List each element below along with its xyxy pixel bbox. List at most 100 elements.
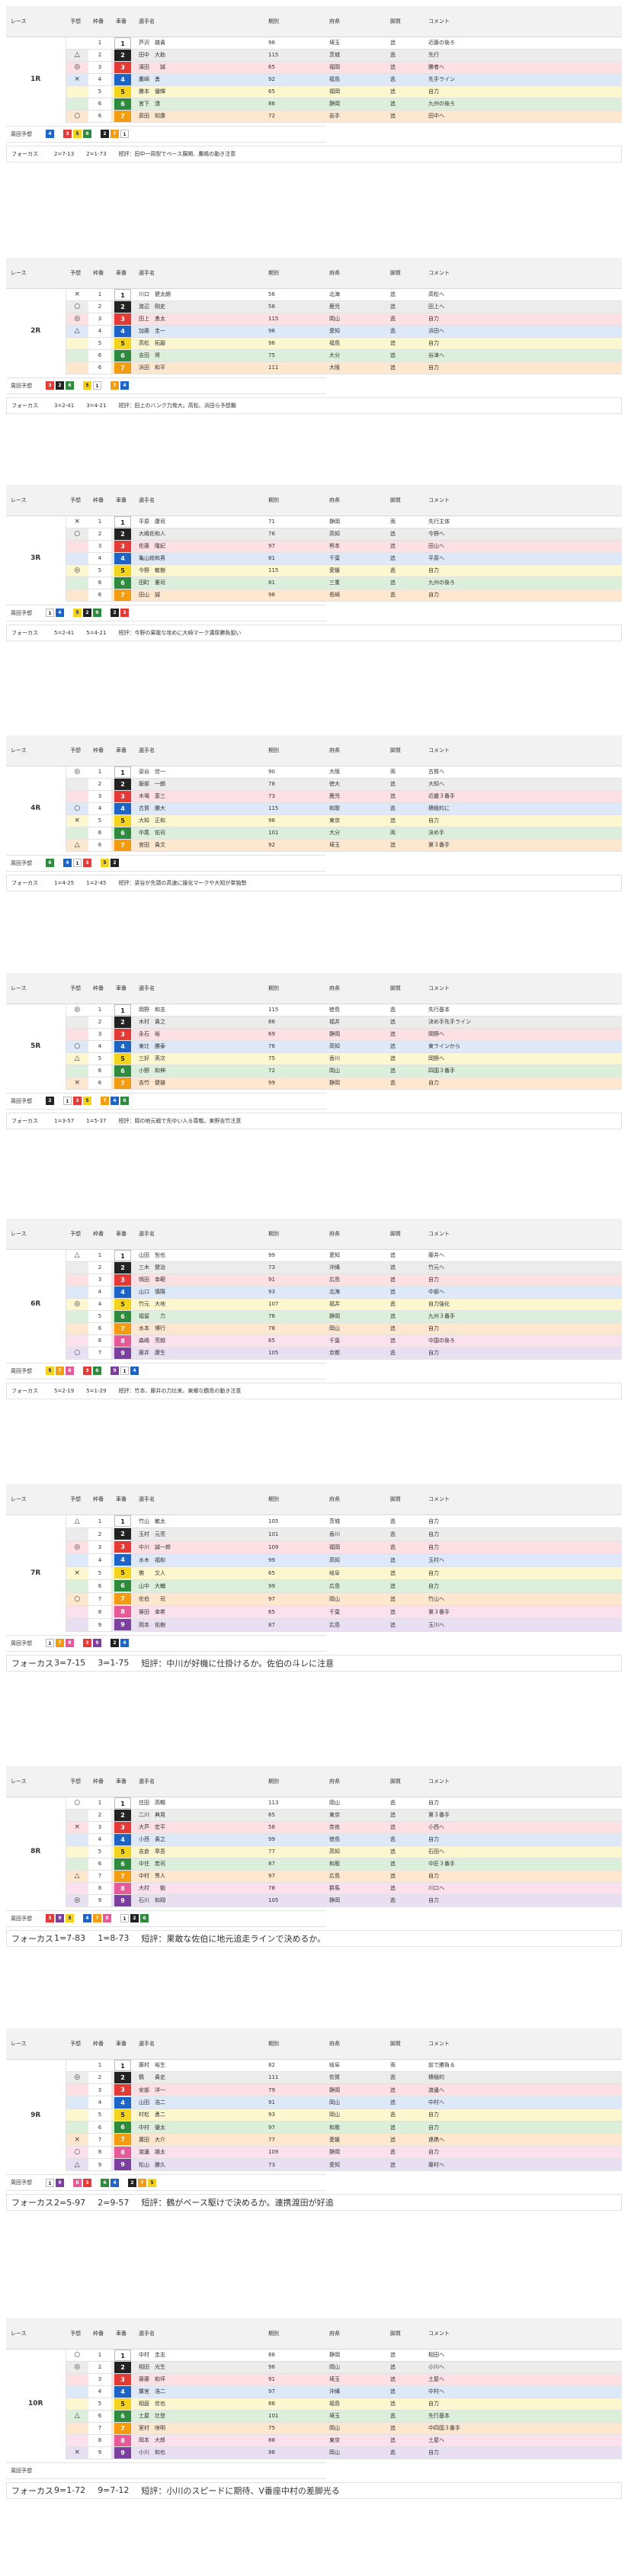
rider-name[interactable]: 藤村 裕生	[134, 2059, 264, 2072]
table-row[interactable]: 5R ◎ 1 1 岡野 和志 115 徳島逃先行基本	[6, 1004, 622, 1089]
rider-name[interactable]: 木場 恵三	[134, 790, 264, 803]
rider-name[interactable]: 中住 若司	[134, 1858, 264, 1871]
table-row[interactable]: × 3 3 大芦 宏平 58 奈良追小西へ	[6, 1821, 622, 1834]
table-row[interactable]: 5 5 勝本 優輝 65 福岡追自力	[6, 85, 622, 98]
rider-name[interactable]: 小西 貴之	[134, 1833, 264, 1846]
table-row[interactable]: ◎ 4 5 竹元 大地 107 福井逃自力強化	[6, 1298, 622, 1311]
rider-name[interactable]: 木村 貴之	[134, 1016, 264, 1029]
rider-name[interactable]: 宮下 湧	[134, 98, 264, 111]
rider-name[interactable]: 三木 健治	[134, 1261, 264, 1274]
table-row[interactable]: △ 6 7 宮田 貴文 92 埼玉追第３番手	[6, 839, 622, 852]
table-row[interactable]: 8R ○ 1 1 住田 高暢 113 岡山逃自力	[6, 1797, 622, 1906]
rider-name[interactable]: 服部 一朗	[134, 778, 264, 791]
table-row[interactable]: 2 2 三木 健治 73 沖縄追竹元へ	[6, 1261, 622, 1274]
table-row[interactable]: 9R 1 1 藤村 裕生 82 岐阜両前で勝負る	[6, 2059, 622, 2171]
table-row[interactable]: 6 7 水本 博行 78 岡山追自力	[6, 1322, 622, 1335]
rider-name[interactable]: 中川 誠一郎	[134, 1540, 264, 1554]
rider-name[interactable]: 佛 文人	[134, 1566, 264, 1580]
table-row[interactable]: 6 6 吉田 将 75 大分追谷津へ	[6, 349, 622, 362]
rider-name[interactable]: 山中 大輔	[134, 1579, 264, 1593]
table-row[interactable]: 5 5 相庭 信也 86 福島追自力	[6, 2398, 622, 2411]
rider-name[interactable]: 水本 博行	[134, 1322, 264, 1335]
rider-name[interactable]: 福留 力	[134, 1310, 264, 1323]
table-row[interactable]: 2 2 二川 典晃 65 東京追第３番手	[6, 1809, 622, 1822]
rider-name[interactable]: 今野 敏樹	[134, 564, 264, 577]
table-row[interactable]: 3R × 1 1 平原 康司 71 静岡両先行主体	[6, 516, 622, 601]
rider-name[interactable]: 原田 知康	[134, 110, 264, 123]
table-row[interactable]: ◎ 3 3 濱田 誠 65 福岡追勝者へ	[6, 61, 622, 74]
rider-name[interactable]: 中村 秀人	[134, 1870, 264, 1883]
rider-name[interactable]: 小野 和伸	[134, 1065, 264, 1078]
table-row[interactable]: ○ 4 4 古賀 勝大 115 和歌逃積極的に	[6, 802, 622, 815]
rider-name[interactable]: 土屋 壮登	[134, 2410, 264, 2423]
rider-name[interactable]: 古賀 勝大	[134, 802, 264, 815]
table-row[interactable]: 3 3 齋藤 和坪 91 埼玉追土屋へ	[6, 2373, 622, 2386]
table-row[interactable]: 8 8 篠田 幸希 65 千葉追第３番手	[6, 1605, 622, 1619]
table-row[interactable]: 7 7 室村 咲明 75 岡山追中四国３番手	[6, 2422, 622, 2435]
rider-name[interactable]: 岡本 大郎	[134, 2434, 264, 2447]
rider-name[interactable]: 藤井 康生	[134, 1347, 264, 1360]
table-row[interactable]: 2 2 服部 一朗 78 徳大追大知へ	[6, 778, 622, 791]
table-row[interactable]: × 7 7 廣田 大介 77 愛媛追連携へ	[6, 2133, 622, 2147]
rider-name[interactable]: 吉竹 健雄	[134, 1077, 264, 1090]
table-row[interactable]: 6 6 中尾 佑司 101 大分両決め手	[6, 827, 622, 840]
table-row[interactable]: 7R △ 1 1 竹山 敏太 105 茨城逃自力	[6, 1514, 622, 1631]
rider-name[interactable]: 安部 洋一	[134, 2083, 264, 2097]
table-row[interactable]: 5 5 吉倉 章吾 77 高知追石田へ	[6, 1845, 622, 1858]
rider-name[interactable]: 村松 勇二	[134, 2109, 264, 2122]
rider-name[interactable]: 大知 正和	[134, 814, 264, 827]
table-row[interactable]: △ 4 4 加藤 圭一 96 愛知逃浜田へ	[6, 325, 622, 338]
rider-name[interactable]: 田上 勇太	[134, 313, 264, 326]
rider-name[interactable]: 渡辺 剛史	[134, 300, 264, 313]
table-row[interactable]: ○ 4 4 東辻 勝泰 76 高知追東ラインから	[6, 1040, 622, 1053]
rider-name[interactable]: 吉田 将	[134, 349, 264, 362]
table-row[interactable]: ◎ 2 2 相田 光生 96 岡山追小川へ	[6, 2361, 622, 2374]
rider-name[interactable]: 田中 大助	[134, 49, 264, 62]
rider-name[interactable]: 田町 憲司	[134, 577, 264, 589]
rider-name[interactable]: 岡本 佑樹	[134, 1618, 264, 1632]
rider-name[interactable]: 永石 裕	[134, 1028, 264, 1041]
rider-name[interactable]: 亀山総和男	[134, 552, 264, 565]
table-row[interactable]: ○ 2 2 大嶋佐和人 76 高知追今野へ	[6, 528, 622, 541]
rider-name[interactable]: 吉倉 章吾	[134, 1845, 264, 1858]
rider-name[interactable]: 佐伯 司	[134, 1592, 264, 1606]
table-row[interactable]: 2R × 1 1 川口 健太朗 56 北海追高松へ	[6, 288, 622, 374]
rider-name[interactable]: 竹元 大地	[134, 1298, 264, 1311]
rider-name[interactable]: 大嶋佐和人	[134, 528, 264, 541]
rider-name[interactable]: 石川 和翔	[134, 1894, 264, 1907]
rider-name[interactable]: 大村 勉	[134, 1882, 264, 1895]
rider-name[interactable]: 山田 哲也	[134, 1249, 264, 1262]
table-row[interactable]: 6 6 田町 憲司 81 三重追九州の後ろ	[6, 577, 622, 589]
table-row[interactable]: 5 5 村松 勇二 93 岡山逃自力	[6, 2109, 622, 2122]
table-row[interactable]: ○ 2 2 渡辺 剛史 56 鹿児追田上へ	[6, 300, 622, 313]
table-row[interactable]: × 9 9 小川 和也 96 岡山逃自力	[6, 2446, 622, 2459]
table-row[interactable]: 3 3 鴇田 幸範 91 広島追自力	[6, 1274, 622, 1286]
table-row[interactable]: 6 8 森嶋 亮越 65 千葉追中国の後ろ	[6, 1335, 622, 1347]
table-row[interactable]: 2 2 木村 貴之 86 福井追決め手先手ライン	[6, 1016, 622, 1029]
table-row[interactable]: 10R ○ 1 1 中村 圭志 86 静岡追相田へ	[6, 2349, 622, 2459]
rider-name[interactable]: 中村 圭志	[134, 2349, 264, 2362]
table-row[interactable]: 6 6 中住 若司 87 和歌追中匠３番手	[6, 1858, 622, 1871]
table-row[interactable]: 6 6 山中 大輔 99 広島追自力	[6, 1579, 622, 1593]
table-row[interactable]: 4R ◎ 1 1 梁谷 信一 90 大阪両古賀へ	[6, 766, 622, 851]
table-row[interactable]: 8 8 岡本 大郎 88 東京追土屋へ	[6, 2434, 622, 2447]
rider-name[interactable]: 加藤 圭一	[134, 325, 264, 338]
rider-name[interactable]: 相田 光生	[134, 2361, 264, 2374]
table-row[interactable]: ◎ 5 5 今野 敏樹 115 愛媛逃自力	[6, 564, 622, 577]
table-row[interactable]: ○ 7 9 藤井 康生 105 京都逃自力	[6, 1347, 622, 1360]
rider-name[interactable]: 二川 典晃	[134, 1809, 264, 1822]
rider-name[interactable]: 川口 健太朗	[134, 288, 264, 301]
rider-name[interactable]: 小川 和也	[134, 2446, 264, 2459]
table-row[interactable]: 1R 1 1 芦沢 雄貴 96 埼玉追近藤の後ろ	[6, 37, 622, 122]
rider-name[interactable]: 森嶋 亮越	[134, 1335, 264, 1347]
table-row[interactable]: 4 4 山口 慎陽 93 北海追中部へ	[6, 1286, 622, 1299]
table-row[interactable]: 9 9 岡本 佑樹 87 広島追玉川へ	[6, 1618, 622, 1632]
table-row[interactable]: 3 3 永石 裕 69 静岡追岡野へ	[6, 1028, 622, 1041]
table-row[interactable]: 6 6 宮下 湧 86 静岡追九州の後ろ	[6, 98, 622, 111]
table-row[interactable]: 4 4 山田 浩二 91 岡山追中村へ	[6, 2096, 622, 2109]
table-row[interactable]: ◎ 3 3 中川 誠一郎 109 福岡逃自力	[6, 1540, 622, 1554]
table-row[interactable]: 4 4 簾宮 浩二 97 沖縄追中村へ	[6, 2385, 622, 2398]
table-row[interactable]: ◎ 2 2 鶴 貴史 111 佐賀逃積極的	[6, 2071, 622, 2085]
rider-name[interactable]: 山田 浩二	[134, 2096, 264, 2109]
rider-name[interactable]: 中村 優太	[134, 2121, 264, 2134]
